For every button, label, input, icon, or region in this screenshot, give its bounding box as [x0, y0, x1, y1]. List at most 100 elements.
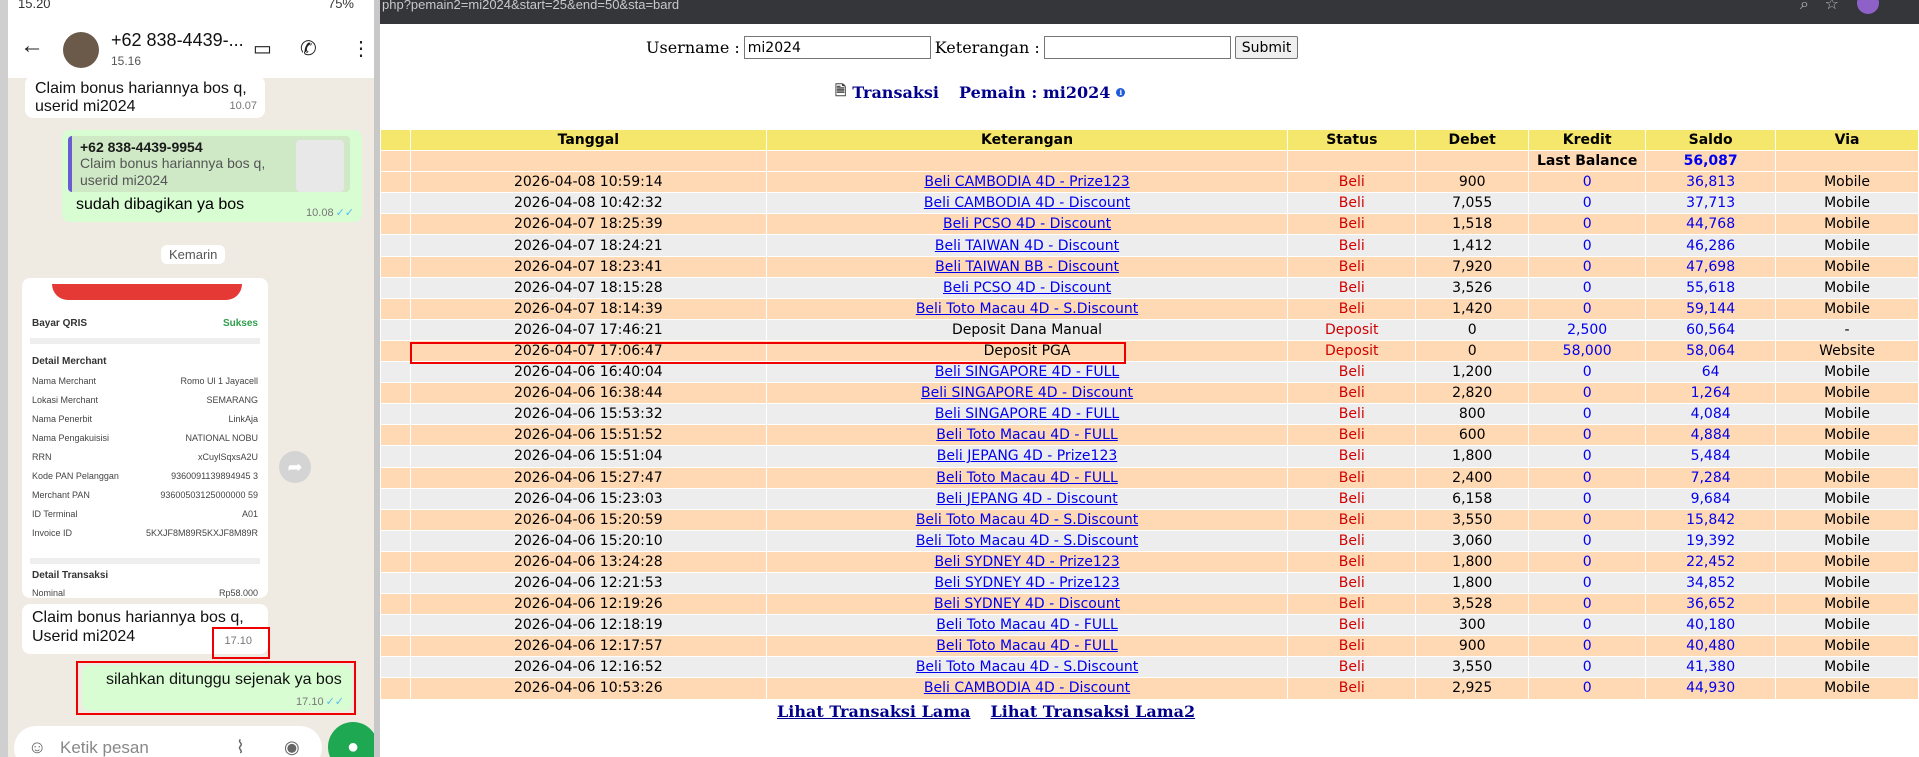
message-text: sudah dibagikan ya bos [76, 196, 245, 213]
cell-debet: 0 [1415, 339, 1530, 363]
transaction-link[interactable]: Beli CAMBODIA 4D - Prize123 [924, 174, 1129, 190]
receipt-row-key: Nama Merchant [32, 376, 97, 386]
info-icon[interactable]: i [1116, 87, 1126, 97]
link-transaksi-lama[interactable]: Lihat Transaksi Lama [777, 702, 971, 721]
cell-keterangan: Beli JEPANG 4D - Prize123 [765, 445, 1289, 468]
cell-via: Mobile [1775, 466, 1919, 489]
transaction-link[interactable]: Beli CAMBODIA 4D - Discount [924, 195, 1130, 211]
transaction-link[interactable]: Beli SYDNEY 4D - Prize123 [934, 575, 1119, 591]
submit-button[interactable]: Submit [1234, 36, 1299, 59]
star-icon[interactable]: ☆ [1825, 0, 1839, 13]
receipt-row: Invoice ID 5KXJF8M89R5KXJF8M89R [32, 528, 258, 538]
cell-via: Mobile [1775, 508, 1919, 531]
cell-tanggal: 2026-04-06 16:38:44 [409, 382, 767, 405]
cell-status: Beli [1287, 466, 1417, 489]
table-row: 2026-04-06 12:17:57 Beli Toto Macau 4D - … [380, 635, 1919, 658]
message-in-1[interactable]: Claim bonus hariannya bos q, userid mi20… [25, 76, 265, 118]
message-compose-bar[interactable]: ☺ Ketik pesan ⌇ ◉ [14, 726, 322, 757]
transaction-link[interactable]: Beli JEPANG 4D - Discount [936, 491, 1117, 507]
cell-debet: 7,055 [1415, 192, 1530, 215]
cell-via: - [1775, 318, 1919, 341]
username-input[interactable] [743, 36, 931, 59]
cell-saldo: 47,698 [1645, 255, 1777, 278]
keterangan-input[interactable] [1043, 36, 1231, 59]
username-label: Username : [646, 38, 740, 57]
transaction-link[interactable]: Beli SYDNEY 4D - Discount [934, 596, 1120, 612]
transaction-link[interactable]: Beli JEPANG 4D - Prize123 [937, 448, 1117, 464]
cell-saldo: 7,284 [1645, 466, 1777, 489]
transaction-link[interactable]: Beli SINGAPORE 4D - FULL [935, 364, 1119, 380]
cell-kredit: 0 [1528, 234, 1647, 257]
qris-receipt-image[interactable]: Bayar QRIS Sukses Detail Merchant Nama Me… [22, 278, 268, 598]
transaction-link[interactable]: Beli Toto Macau 4D - FULL [936, 638, 1118, 654]
attach-icon[interactable]: ⌇ [236, 737, 245, 757]
row-spacer [380, 466, 411, 489]
receipt-row-key: Lokasi Merchant [32, 395, 99, 405]
more-options-icon[interactable]: ⋮ [351, 36, 371, 61]
transaction-link[interactable]: Beli Toto Macau 4D - S.Discount [916, 301, 1138, 317]
transaction-link[interactable]: Beli SYDNEY 4D - Prize123 [934, 554, 1119, 570]
cell-saldo: 37,713 [1645, 192, 1777, 215]
transaction-link[interactable]: Beli TAIWAN BB - Discount [935, 259, 1119, 275]
transaction-link[interactable]: Beli TAIWAN 4D - Discount [935, 238, 1119, 254]
receipt-nominal-label: Nominal [32, 588, 66, 598]
cell-debet: 300 [1415, 614, 1530, 637]
highlight-box-time [212, 627, 270, 659]
row-spacer [380, 339, 411, 363]
transaction-link[interactable]: Beli CAMBODIA 4D - Discount [924, 680, 1130, 696]
contact-avatar[interactable] [63, 32, 99, 68]
video-call-icon[interactable]: ▭ [253, 36, 272, 61]
quoted-thumbnail [296, 140, 344, 192]
link-transaksi-lama2[interactable]: Lihat Transaksi Lama2 [991, 702, 1196, 721]
transaction-link[interactable]: Beli SINGAPORE 4D - Discount [921, 385, 1133, 401]
forward-icon[interactable]: ➦ [279, 451, 311, 483]
receipt-row-value: SEMARANG [206, 395, 258, 405]
receipt-row: Nama Penerbit LinkAja [32, 414, 258, 424]
profile-avatar[interactable] [1857, 0, 1879, 14]
cell-tanggal: 2026-04-07 18:23:41 [409, 255, 767, 278]
receipt-nominal-value: Rp58.000 [218, 588, 258, 598]
cell-tanggal: 2026-04-07 18:25:39 [409, 213, 767, 236]
transaction-link[interactable]: Beli Toto Macau 4D - FULL [936, 617, 1118, 633]
cell-kredit: 0 [1528, 213, 1647, 236]
transaction-link[interactable]: Beli SINGAPORE 4D - FULL [935, 406, 1119, 422]
cell-kredit: 0 [1528, 487, 1647, 510]
cell-debet: 1,412 [1415, 234, 1530, 257]
url-text[interactable]: php?pemain2=mi2024&start=25&end=50&sta=b… [382, 0, 679, 11]
contact-name[interactable]: +62 838-4439-... [111, 30, 244, 51]
row-spacer [380, 382, 411, 405]
cell-status: Deposit [1287, 339, 1417, 363]
search-icon[interactable]: ⌕ [1800, 0, 1809, 14]
cell-status: Beli [1287, 382, 1417, 405]
phone-call-icon[interactable]: ✆ [300, 36, 317, 61]
cell-tanggal: 2026-04-06 15:51:52 [409, 424, 767, 447]
transaction-link[interactable]: Beli Toto Macau 4D - FULL [936, 470, 1118, 486]
table-row: 2026-04-07 17:06:47 Deposit PGA Deposit 0 58… [380, 339, 1919, 363]
compose-placeholder[interactable]: Ketik pesan [60, 738, 149, 757]
table-row: 2026-04-07 18:23:41 Beli TAIWAN BB - Disc… [380, 255, 1919, 278]
transaction-link[interactable]: Beli PCSO 4D - Discount [943, 280, 1111, 296]
cell-keterangan: Beli TAIWAN BB - Discount [765, 255, 1289, 278]
cell-via: Mobile [1775, 171, 1919, 194]
message-time: 10.08 ✓✓ [306, 207, 354, 219]
transaction-link[interactable]: Beli Toto Macau 4D - S.Discount [916, 533, 1138, 549]
microphone-icon[interactable]: ● [328, 722, 378, 757]
quoted-message[interactable]: +62 838-4439-9954 Claim bonus hariannya … [68, 136, 350, 192]
row-spacer [380, 614, 411, 637]
table-row: 2026-04-06 16:40:04 Beli SINGAPORE 4D - F… [380, 361, 1919, 384]
cell-debet: 7,920 [1415, 255, 1530, 278]
quoted-text: Claim bonus hariannya bos q, userid mi20… [80, 155, 266, 188]
transaction-link[interactable]: Beli Toto Macau 4D - FULL [936, 427, 1118, 443]
transaction-link[interactable]: Beli Toto Macau 4D - S.Discount [916, 659, 1138, 675]
transaction-link[interactable]: Beli Toto Macau 4D - S.Discount [916, 512, 1138, 528]
camera-icon[interactable]: ◉ [284, 737, 300, 757]
back-arrow-icon[interactable]: ← [20, 32, 44, 60]
cell-status: Beli [1287, 171, 1417, 194]
browser-address-bar[interactable]: php?pemain2=mi2024&start=25&end=50&sta=b… [380, 0, 1919, 24]
table-row: 2026-04-06 15:20:59 Beli Toto Macau 4D - … [380, 508, 1919, 531]
emoji-icon[interactable]: ☺ [28, 737, 46, 757]
transaction-link[interactable]: Beli PCSO 4D - Discount [943, 216, 1111, 232]
message-out-reply[interactable]: +62 838-4439-9954 Claim bonus hariannya … [62, 130, 362, 222]
col-header-debet: Debet [1415, 128, 1530, 152]
cell-keterangan: Beli PCSO 4D - Discount [765, 213, 1289, 236]
